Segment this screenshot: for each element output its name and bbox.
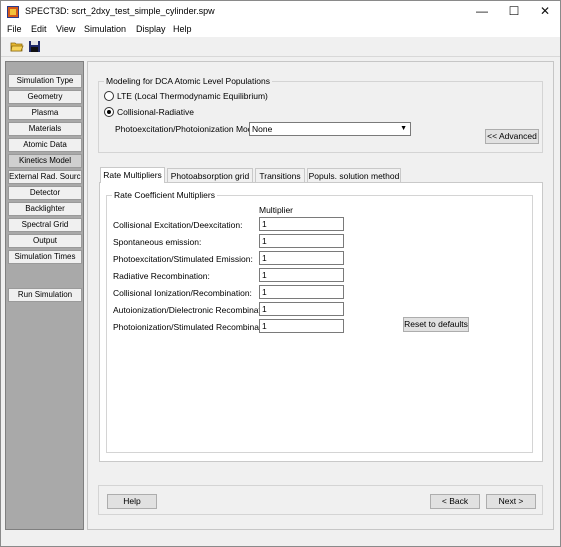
collisional-ionization-field[interactable]: 1 [259,285,344,299]
photoionization-field[interactable]: 1 [259,319,344,333]
photoexcitation-field[interactable]: 1 [259,251,344,265]
sidebar-item-plasma[interactable]: Plasma [8,106,82,120]
rate-label: Photoionization/Stimulated Recombination… [113,322,276,332]
rate-multipliers-panel: Rate Coefficient Multipliers Multiplier … [99,182,543,462]
lte-label: LTE (Local Thermodynamic Equilibrium) [117,91,268,101]
sidebar-item-spectral-grid[interactable]: Spectral Grid [8,218,82,232]
reset-to-defaults-button[interactable]: Reset to defaults [403,317,469,332]
rate-label: Radiative Recombination: [113,271,210,281]
maximize-button[interactable]: ☐ [498,1,530,22]
photo-model-select[interactable]: None ▼ [249,122,411,136]
sidebar-item-backlighter[interactable]: Backlighter [8,202,82,216]
photo-model-value: None [252,124,273,134]
rate-coefficient-group: Rate Coefficient Multipliers Multiplier … [106,190,533,453]
sidebar-item-detector[interactable]: Detector [8,186,82,200]
sidebar-item-external-rad-source[interactable]: External Rad. Source [8,170,82,184]
menu-file[interactable]: File [7,24,22,34]
sidebar-item-output[interactable]: Output [8,234,82,248]
sidebar-item-materials[interactable]: Materials [8,122,82,136]
minimize-button[interactable]: — [466,1,498,22]
tab-populs-solution-method[interactable]: Populs. solution method [307,168,401,183]
sidebar-item-kinetics-model[interactable]: Kinetics Model [8,154,82,168]
menu-bar: File Edit View Simulation Display Help [1,22,560,37]
advanced-button[interactable]: << Advanced [485,129,539,144]
rate-label: Spontaneous emission: [113,237,202,247]
autoionization-field[interactable]: 1 [259,302,344,316]
app-icon [7,6,19,18]
photo-model-label: Photoexcitation/Photoionization Model: [115,124,262,134]
rate-label: Photoexcitation/Stimulated Emission: [113,254,253,264]
sidebar-item-atomic-data[interactable]: Atomic Data [8,138,82,152]
collisional-excitation-field[interactable]: 1 [259,217,344,231]
app-window: SPECT3D: scrt_2dxy_test_simple_cylinder.… [0,0,561,547]
radiative-recombination-field[interactable]: 1 [259,268,344,282]
rate-label: Collisional Excitation/Deexcitation: [113,220,243,230]
collisional-radiative-radio[interactable] [104,107,114,117]
collisional-radiative-label: Collisional-Radiative [117,107,195,117]
footer-group: Help < Back Next > [98,485,543,515]
menu-help[interactable]: Help [173,24,192,34]
sidebar: Simulation Type Geometry Plasma Material… [5,61,84,530]
menu-edit[interactable]: Edit [31,24,47,34]
modeling-group-title: Modeling for DCA Atomic Level Population… [104,76,272,86]
lte-radio[interactable] [104,91,114,101]
tab-transitions[interactable]: Transitions [255,168,305,183]
chevron-down-icon: ▼ [400,125,407,132]
sidebar-item-geometry[interactable]: Geometry [8,90,82,104]
multiplier-column-header: Multiplier [259,205,294,215]
tab-rate-multipliers[interactable]: Rate Multipliers [100,167,165,183]
close-button[interactable]: ✕ [529,1,561,22]
main-panel: Modeling for DCA Atomic Level Population… [87,61,554,530]
save-icon[interactable] [28,40,42,53]
menu-simulation[interactable]: Simulation [84,24,126,34]
toolbar [1,37,560,57]
run-simulation-button[interactable]: Run Simulation [8,288,82,302]
next-button[interactable]: Next > [486,494,536,509]
sidebar-item-simulation-type[interactable]: Simulation Type [8,74,82,88]
menu-view[interactable]: View [56,24,75,34]
tab-photoabsorption-grid[interactable]: Photoabsorption grid [167,168,253,183]
spontaneous-emission-field[interactable]: 1 [259,234,344,248]
status-bar [1,532,560,546]
rate-label: Autoionization/Dielectronic Recombinatio… [113,305,275,315]
modeling-group: Modeling for DCA Atomic Level Population… [98,76,543,153]
open-folder-icon[interactable] [10,40,24,53]
rate-coefficient-group-title: Rate Coefficient Multipliers [112,190,217,200]
window-title: SPECT3D: scrt_2dxy_test_simple_cylinder.… [25,6,215,16]
back-button[interactable]: < Back [430,494,480,509]
menu-display[interactable]: Display [136,24,166,34]
help-button[interactable]: Help [107,494,157,509]
sidebar-item-simulation-times[interactable]: Simulation Times [8,250,82,264]
title-bar: SPECT3D: scrt_2dxy_test_simple_cylinder.… [1,1,560,22]
rate-label: Collisional Ionization/Recombination: [113,288,252,298]
